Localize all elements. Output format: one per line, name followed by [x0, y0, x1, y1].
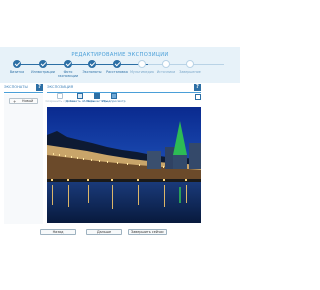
plus-icon: + [13, 99, 17, 104]
new-exhibit-button[interactable]: + Новый [9, 98, 38, 104]
tool-label: Предпросмотр [102, 99, 126, 103]
new-exhibit-label: Новый [22, 99, 34, 103]
exhibits-title: ЭКСПОНАТЫ [4, 85, 28, 89]
next-button[interactable]: Дальше [86, 229, 122, 235]
exposition-toolbar: Сохранить статью Добавить область Переме… [45, 93, 201, 105]
exposition-photo[interactable] [47, 107, 201, 223]
expand-icon[interactable] [195, 94, 201, 100]
step-label: Завершение [179, 70, 201, 74]
back-button[interactable]: Назад [40, 229, 76, 235]
exposition-help-button[interactable]: ? [194, 84, 201, 91]
step-done-icon [113, 60, 121, 68]
exhibits-section-header: ЭКСПОНАТЫ ? [4, 84, 43, 93]
exhibits-panel: + Новый [4, 94, 43, 224]
step-pending-icon [138, 60, 146, 68]
step-finish[interactable]: Завершение [175, 60, 205, 74]
step-pending-icon [186, 60, 194, 68]
finish-now-button[interactable]: Завершить сейчас [128, 229, 167, 235]
step-done-icon [39, 60, 47, 68]
night-city-photo [47, 107, 201, 223]
step-done-icon [88, 60, 96, 68]
step-done-icon [13, 60, 21, 68]
step-done-icon [64, 60, 72, 68]
exposition-section-header: ЭКСПОЗИЦИЯ ? [47, 84, 201, 93]
preview-button[interactable]: Предпросмотр [97, 93, 131, 103]
step-pending-icon [162, 60, 170, 68]
exposition-title: ЭКСПОЗИЦИЯ [47, 85, 74, 89]
page-title: РЕДАКТИРОВАНИЕ ЭКСПОЗИЦИИ [71, 52, 169, 58]
exhibits-help-button[interactable]: ? [36, 84, 43, 91]
